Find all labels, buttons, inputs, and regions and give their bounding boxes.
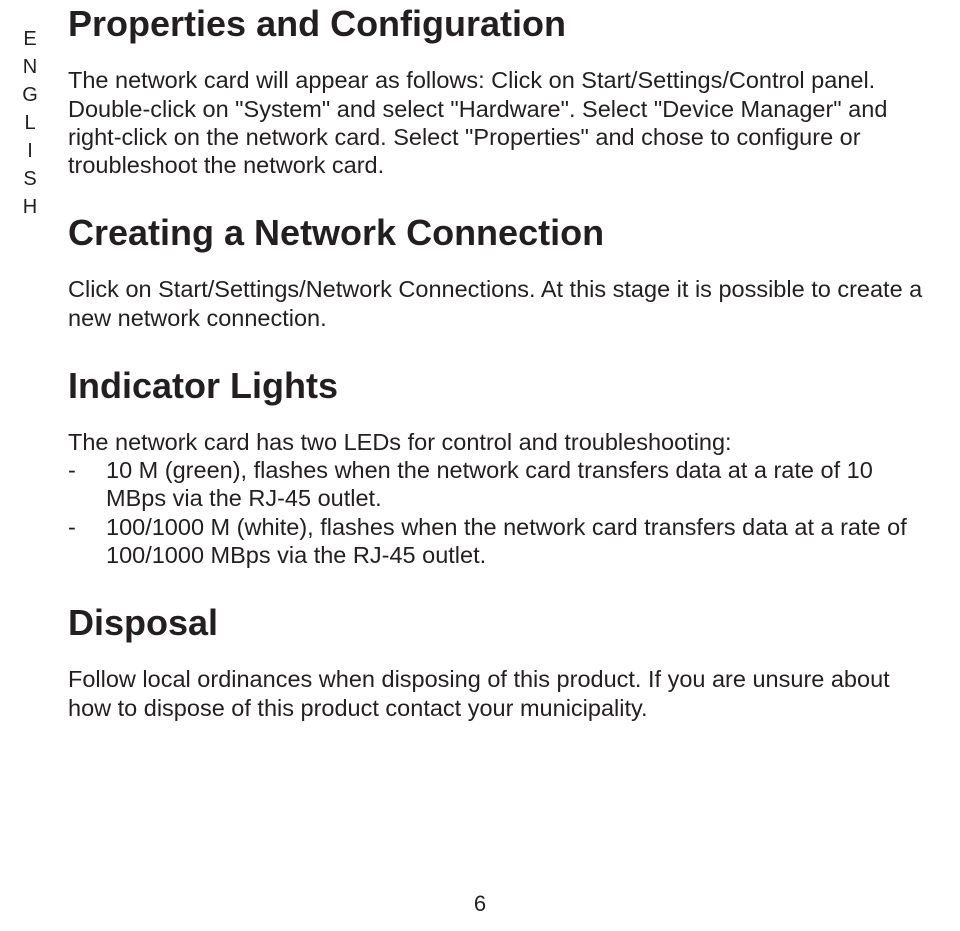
heading-properties-and-configuration: Properties and Configuration <box>68 4 923 44</box>
paragraph-disposal: Follow local ordinances when disposing o… <box>68 665 923 721</box>
page-number: 6 <box>0 891 960 917</box>
paragraph-properties: The network card will appear as follows:… <box>68 66 923 179</box>
heading-indicator-lights: Indicator Lights <box>68 366 923 406</box>
paragraph-indicator-intro: The network card has two LEDs for contro… <box>68 428 923 456</box>
page-content: Properties and Configuration The network… <box>68 0 923 722</box>
indicator-list: - 10 M (green), flashes when the network… <box>68 456 923 569</box>
document-page: ENGLISH Properties and Configuration The… <box>0 0 960 931</box>
paragraph-creating-connection: Click on Start/Settings/Network Connecti… <box>68 275 923 331</box>
dash-icon: - <box>68 456 106 512</box>
dash-icon: - <box>68 513 106 569</box>
language-side-label: ENGLISH <box>18 28 41 224</box>
heading-creating-network-connection: Creating a Network Connection <box>68 213 923 253</box>
heading-disposal: Disposal <box>68 603 923 643</box>
list-item-text: 100/1000 M (white), flashes when the net… <box>106 513 923 569</box>
list-item: - 10 M (green), flashes when the network… <box>68 456 923 512</box>
list-item-text: 10 M (green), flashes when the network c… <box>106 456 923 512</box>
list-item: - 100/1000 M (white), flashes when the n… <box>68 513 923 569</box>
